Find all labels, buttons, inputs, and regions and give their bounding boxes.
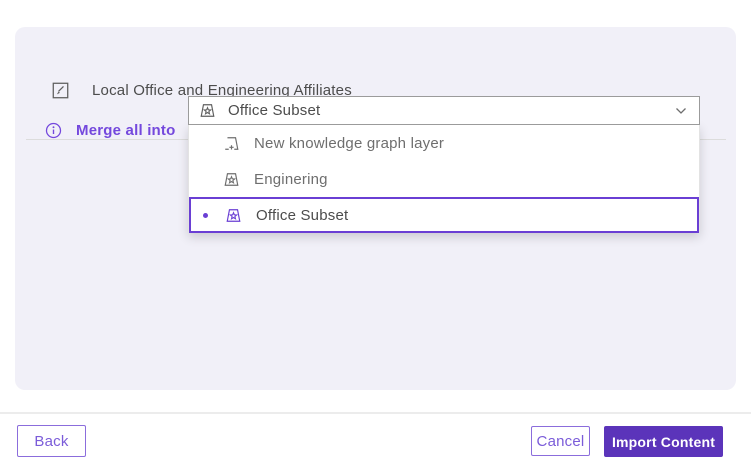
chevron-down-icon[interactable]: [675, 107, 687, 115]
merge-row: Merge all into: [45, 115, 175, 145]
knowledge-graph-layer-icon: [225, 207, 242, 224]
knowledge-graph-layer-icon: [199, 102, 216, 119]
selected-bullet-icon: [203, 213, 208, 218]
select-value: Office Subset: [228, 102, 675, 119]
option-office-subset[interactable]: Office Subset: [189, 197, 699, 233]
merge-target-dropdown: New knowledge graph layer Enginering Off…: [188, 125, 700, 233]
merge-target-select[interactable]: Office Subset: [188, 96, 700, 125]
cancel-button[interactable]: Cancel: [531, 426, 590, 456]
new-layer-icon: [223, 135, 240, 152]
option-enginering[interactable]: Enginering: [189, 161, 699, 197]
option-new-knowledge-graph-layer[interactable]: New knowledge graph layer: [189, 125, 699, 161]
import-dialog: Local Office and Engineering Affiliates …: [0, 0, 751, 470]
edit-checkbox-icon[interactable]: [52, 82, 69, 99]
import-content-button[interactable]: Import Content: [604, 426, 723, 457]
knowledge-graph-layer-icon: [223, 171, 240, 188]
footer-divider: [0, 412, 751, 414]
back-button[interactable]: Back: [17, 425, 86, 457]
option-label: New knowledge graph layer: [254, 135, 444, 152]
option-label: Office Subset: [256, 207, 348, 224]
merge-all-into-label: Merge all into: [76, 122, 175, 139]
option-label: Enginering: [254, 171, 328, 188]
info-icon[interactable]: [45, 122, 62, 139]
